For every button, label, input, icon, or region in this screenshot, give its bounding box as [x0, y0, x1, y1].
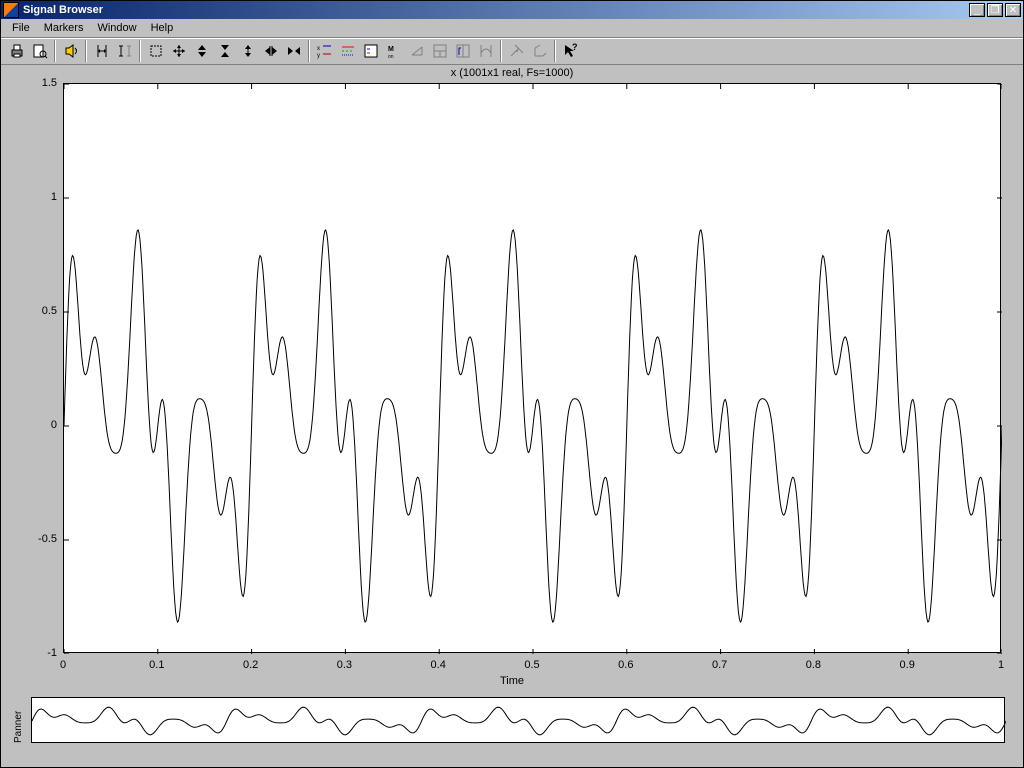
play-sound-button[interactable]	[59, 40, 82, 62]
zoom-out-y-icon	[217, 43, 233, 59]
panner-label: Panner	[13, 711, 24, 743]
zoom-box-icon	[148, 43, 164, 59]
play-sound-icon	[63, 43, 79, 59]
print-button[interactable]	[5, 40, 28, 62]
x-tick-label: 0.4	[431, 659, 446, 671]
toggle-axis-icon: xy	[317, 43, 333, 59]
complex-plot-button[interactable]	[505, 40, 528, 62]
x-tick-label: 0.1	[149, 659, 164, 671]
zoom-full-icon	[171, 43, 187, 59]
panel-a-button[interactable]	[428, 40, 451, 62]
maximize-button[interactable]: ❐	[987, 3, 1003, 17]
y-tick-label: 1	[7, 191, 57, 203]
markers-toggle-icon: Mon	[386, 43, 402, 59]
x-tick-label: 1	[998, 659, 1004, 671]
signal-plot	[64, 84, 1002, 654]
svg-text:x: x	[317, 46, 320, 52]
minimize-button[interactable]: _	[969, 3, 985, 17]
select-region-icon	[94, 43, 110, 59]
x-tick-label: 0.7	[712, 659, 727, 671]
line-color-icon	[340, 43, 356, 59]
array-plot-icon	[532, 43, 548, 59]
x-tick-label: 0.2	[243, 659, 258, 671]
svg-text:y: y	[317, 53, 320, 59]
toolbar-separator	[139, 40, 141, 62]
x-tick-label: 0.8	[806, 659, 821, 671]
select-region-button[interactable]	[90, 40, 113, 62]
close-button[interactable]: ✕	[1005, 3, 1021, 17]
y-tick-label: 0.5	[7, 305, 57, 317]
zoom-in-x-icon	[263, 43, 279, 59]
legend-button[interactable]	[359, 40, 382, 62]
zoom-in-x-button[interactable]	[259, 40, 282, 62]
client-area: x (1001x1 real, Fs=1000) -1-0.500.511.5 …	[1, 65, 1023, 767]
toolbar-separator	[500, 40, 502, 62]
toolbar-separator	[308, 40, 310, 62]
menu-help[interactable]: Help	[144, 21, 181, 35]
zoom-in-y-icon	[194, 43, 210, 59]
toolbar-separator	[54, 40, 56, 62]
markers-toggle-button[interactable]: Mon	[382, 40, 405, 62]
toolbar: xy Mon?	[1, 38, 1023, 65]
help-pointer-button[interactable]: ?	[559, 40, 582, 62]
titlebar: Signal Browser _ ❐ ✕	[1, 1, 1023, 19]
svg-text:?: ?	[572, 43, 578, 52]
x-tick-label: 0.9	[900, 659, 915, 671]
select-signal-icon	[117, 43, 133, 59]
track-button[interactable]	[474, 40, 497, 62]
y-tick-label: -0.5	[7, 533, 57, 545]
x-tick-label: 0	[60, 659, 66, 671]
print-preview-icon	[32, 43, 48, 59]
legend-icon	[363, 43, 379, 59]
panner-plot	[32, 698, 1006, 744]
x-tick-label: 0.6	[618, 659, 633, 671]
panner-axes[interactable]	[31, 697, 1005, 743]
window-title: Signal Browser	[23, 4, 103, 16]
zoom-full-button[interactable]	[167, 40, 190, 62]
x-tick-label: 0.3	[337, 659, 352, 671]
slope-button[interactable]	[405, 40, 428, 62]
line-color-button[interactable]	[336, 40, 359, 62]
panel-b-button[interactable]	[451, 40, 474, 62]
menubar: File Markers Window Help	[1, 19, 1023, 38]
zoom-out-x-icon	[286, 43, 302, 59]
y-tick-label: 1.5	[7, 77, 57, 89]
svg-text:on: on	[388, 54, 394, 59]
main-axes[interactable]	[63, 83, 1001, 653]
toggle-axis-button[interactable]: xy	[313, 40, 336, 62]
zoom-box-button[interactable]	[144, 40, 167, 62]
track-icon	[478, 43, 494, 59]
select-signal-button[interactable]	[113, 40, 136, 62]
toolbar-separator	[85, 40, 87, 62]
menu-file[interactable]: File	[5, 21, 37, 35]
y-tick-label: -1	[7, 647, 57, 659]
x-axis-label: Time	[1, 675, 1023, 687]
menu-window[interactable]: Window	[90, 21, 143, 35]
zoom-y-icon	[240, 43, 256, 59]
complex-plot-icon	[509, 43, 525, 59]
toolbar-separator	[554, 40, 556, 62]
menu-markers[interactable]: Markers	[37, 21, 91, 35]
panel-b-icon	[455, 43, 471, 59]
y-tick-label: 0	[7, 419, 57, 431]
help-pointer-icon: ?	[563, 43, 579, 59]
zoom-in-y-button[interactable]	[190, 40, 213, 62]
print-preview-button[interactable]	[28, 40, 51, 62]
array-plot-button[interactable]	[528, 40, 551, 62]
slope-icon	[409, 43, 425, 59]
app-window: Signal Browser _ ❐ ✕ File Markers Window…	[0, 0, 1024, 768]
plot-title: x (1001x1 real, Fs=1000)	[1, 67, 1023, 79]
app-icon	[3, 2, 19, 18]
x-tick-label: 0.5	[524, 659, 539, 671]
zoom-y-button[interactable]	[236, 40, 259, 62]
panel-a-icon	[432, 43, 448, 59]
print-icon	[9, 43, 25, 59]
svg-text:M: M	[388, 46, 394, 53]
zoom-out-x-button[interactable]	[282, 40, 305, 62]
zoom-out-y-button[interactable]	[213, 40, 236, 62]
